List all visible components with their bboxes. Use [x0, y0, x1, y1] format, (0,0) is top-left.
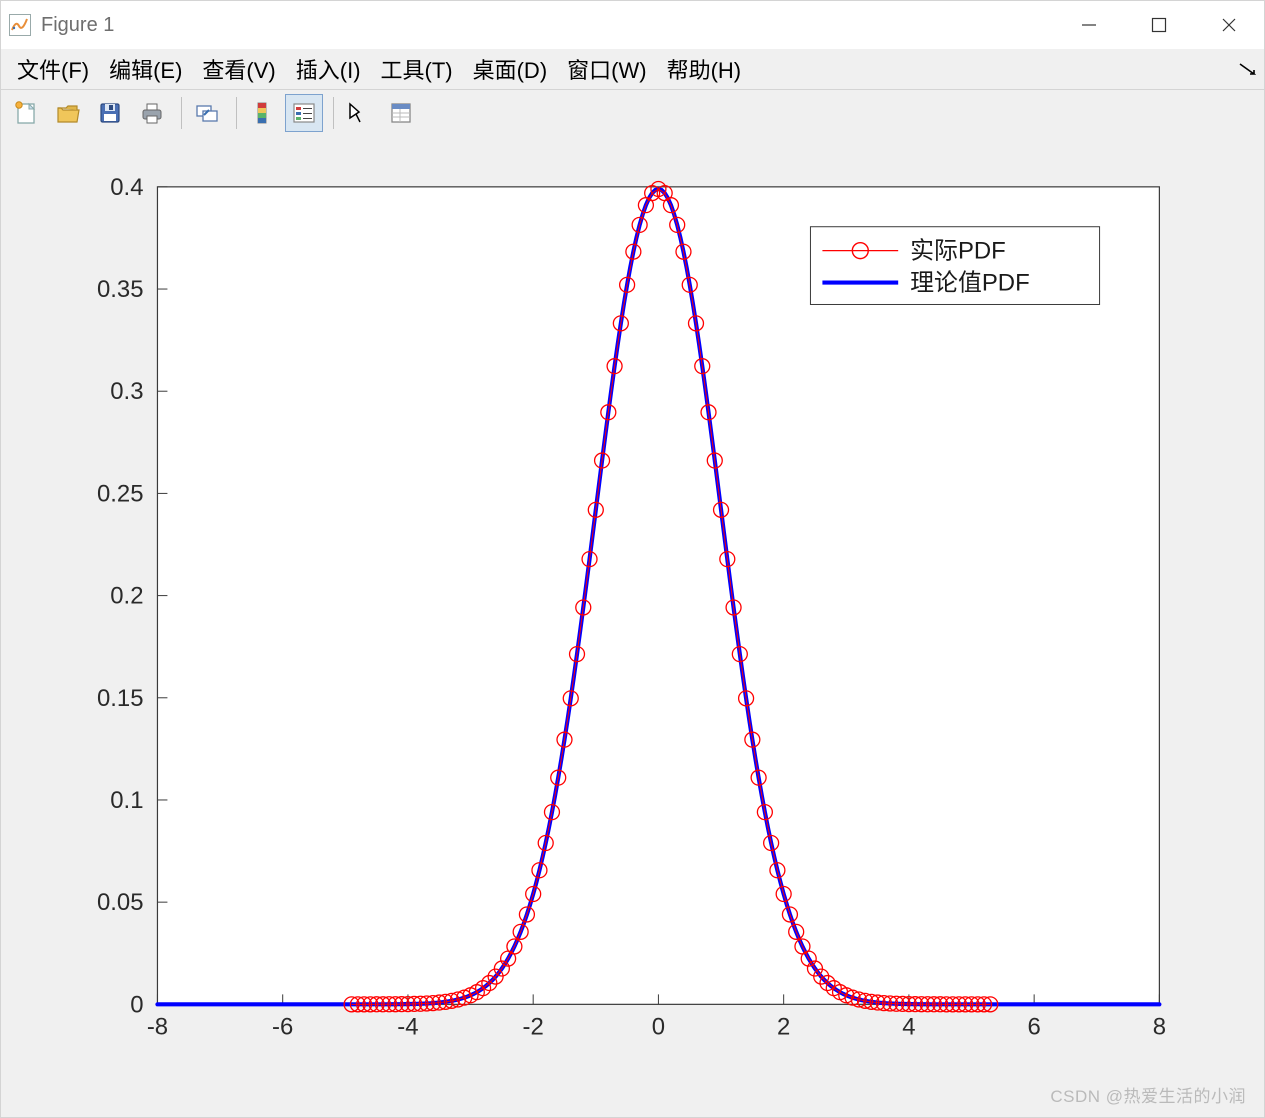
- toolbar-separator: [236, 97, 237, 129]
- y-tick-label: 0: [130, 991, 143, 1018]
- print-figure-button[interactable]: [133, 94, 171, 132]
- minimize-button[interactable]: [1054, 1, 1124, 49]
- y-tick-label: 0.1: [110, 787, 143, 814]
- link-plot-button[interactable]: [188, 94, 226, 132]
- menu-desktop[interactable]: 桌面(D): [465, 49, 556, 89]
- y-tick-label: 0.25: [97, 480, 144, 507]
- watermark: CSDN @热爱生活的小润: [1050, 1082, 1246, 1107]
- matlab-figure-icon: [9, 14, 31, 36]
- menu-file[interactable]: 文件(F): [9, 49, 97, 89]
- menu-tools[interactable]: 工具(T): [373, 49, 461, 89]
- menu-view[interactable]: 查看(V): [194, 49, 283, 89]
- save-figure-button[interactable]: [91, 94, 129, 132]
- x-tick-label: 8: [1153, 1013, 1166, 1040]
- insert-colorbar-button[interactable]: [243, 94, 281, 132]
- menu-window[interactable]: 窗口(W): [559, 49, 654, 89]
- new-figure-button[interactable]: [7, 94, 45, 132]
- close-button[interactable]: [1194, 1, 1264, 49]
- titlebar: Figure 1: [1, 1, 1264, 49]
- menu-insert[interactable]: 插入(I): [288, 49, 369, 89]
- x-tick-label: -4: [397, 1013, 418, 1040]
- maximize-button[interactable]: [1124, 1, 1194, 49]
- x-tick-label: 2: [777, 1013, 790, 1040]
- y-tick-label: 0.3: [110, 378, 143, 405]
- y-tick-label: 0.4: [110, 174, 143, 201]
- legend-label: 理论值PDF: [910, 270, 1030, 297]
- menubar: 文件(F) 编辑(E) 查看(V) 插入(I) 工具(T) 桌面(D) 窗口(W…: [1, 49, 1264, 90]
- menu-help[interactable]: 帮助(H): [659, 49, 750, 89]
- x-tick-label: -2: [523, 1013, 544, 1040]
- toolbar-separator: [181, 97, 182, 129]
- figure-canvas[interactable]: -8 -6 -4 -2 0 2 4 6 8 0 0.05 0.1 0.15 0.2 0.25 0.3 0.35 0…: [2, 137, 1263, 1116]
- x-tick-label: 0: [652, 1013, 665, 1040]
- legend-label: 实际PDF: [910, 238, 1006, 265]
- figure-window: Figure 1 文件(F) 编辑(E) 查看(V) 插入(I) 工具(T) 桌…: [0, 0, 1265, 1118]
- menu-edit[interactable]: 编辑(E): [101, 49, 190, 89]
- axes[interactable]: -8 -6 -4 -2 0 2 4 6 8 0 0.05 0.1 0.15 0.2 0.25 0.3 0.35 0…: [2, 137, 1263, 1116]
- open-file-button[interactable]: [49, 94, 87, 132]
- x-tick-label: -6: [272, 1013, 293, 1040]
- toolbar-separator: [333, 97, 334, 129]
- window-title: Figure 1: [41, 14, 114, 37]
- y-tick-label: 0.05: [97, 889, 144, 916]
- toolbar: [1, 90, 1264, 136]
- y-tick-label: 0.15: [97, 685, 144, 712]
- x-tick-label: 6: [1027, 1013, 1040, 1040]
- legend[interactable]: 实际PDF 理论值PDF: [810, 227, 1099, 305]
- x-tick-label: 4: [902, 1013, 915, 1040]
- property-inspector-button[interactable]: [382, 94, 420, 132]
- edit-plot-button[interactable]: [340, 94, 378, 132]
- y-tick-label: 0.35: [97, 276, 144, 303]
- x-tick-label: -8: [147, 1013, 168, 1040]
- insert-legend-button[interactable]: [285, 94, 323, 132]
- axes-box: [157, 187, 1159, 1004]
- docking-arrow-icon[interactable]: [1238, 56, 1256, 82]
- y-tick-label: 0.2: [110, 583, 143, 610]
